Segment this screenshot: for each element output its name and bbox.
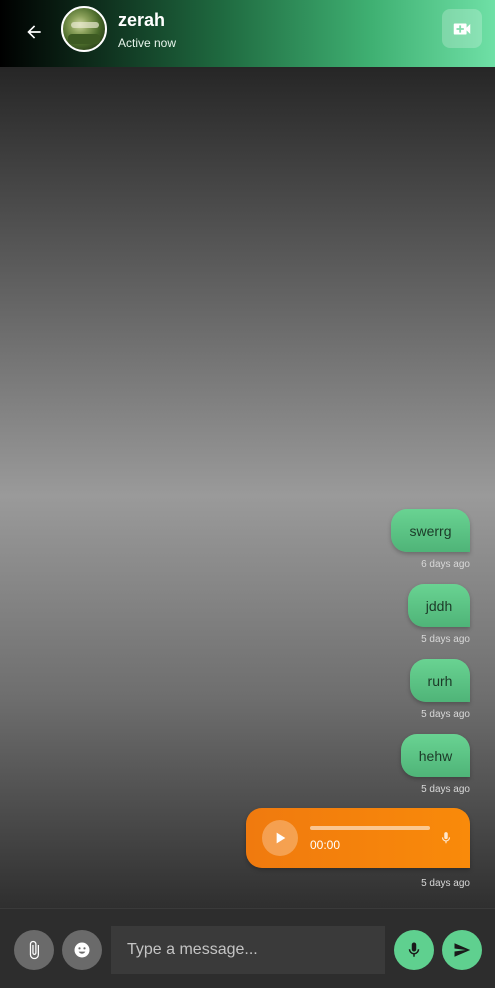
composer-bar — [0, 908, 495, 988]
emoji-icon — [74, 942, 90, 958]
message-item[interactable]: rurh 5 days ago — [410, 659, 470, 720]
send-button[interactable] — [442, 930, 482, 970]
video-call-icon — [453, 23, 471, 34]
message-bubble: jddh — [408, 584, 470, 627]
message-bubble: rurh — [410, 659, 470, 702]
play-icon — [276, 832, 286, 844]
message-item[interactable]: swerrg 6 days ago — [391, 509, 470, 570]
chat-header: zerah Active now — [0, 0, 495, 67]
message-timestamp: 5 days ago — [421, 878, 470, 889]
contact-name: zerah — [118, 10, 166, 30]
play-button[interactable] — [262, 820, 298, 856]
mic-icon — [408, 942, 420, 957]
message-timestamp: 5 days ago — [421, 784, 470, 795]
back-button[interactable] — [20, 18, 48, 46]
audio-progress-track[interactable] — [310, 826, 430, 830]
message-timestamp: 6 days ago — [421, 559, 470, 570]
audio-duration: 00:00 — [310, 838, 341, 852]
video-call-button[interactable] — [442, 9, 482, 48]
attach-button[interactable] — [14, 930, 54, 970]
message-timestamp: 5 days ago — [421, 709, 470, 720]
message-bubble: hehw — [401, 734, 470, 777]
message-item[interactable]: hehw 5 days ago — [401, 734, 470, 795]
paperclip-icon — [29, 940, 39, 960]
message-bubble: swerrg — [391, 509, 470, 552]
contact-status: Active now — [118, 36, 177, 50]
message-input[interactable] — [111, 926, 385, 974]
back-arrow-icon — [27, 25, 41, 39]
message-list[interactable]: swerrg 6 days ago jddh 5 days ago rurh 5… — [0, 67, 495, 908]
record-voice-button[interactable] — [394, 930, 434, 970]
message-item[interactable]: jddh 5 days ago — [408, 584, 470, 645]
mic-icon — [438, 830, 454, 846]
voice-message-bubble: 00:00 — [246, 808, 470, 868]
voice-message-item[interactable]: 00:00 5 days ago — [246, 808, 470, 889]
send-icon — [454, 943, 471, 957]
emoji-button[interactable] — [62, 930, 102, 970]
contact-avatar[interactable] — [61, 6, 107, 52]
message-timestamp: 5 days ago — [421, 634, 470, 645]
